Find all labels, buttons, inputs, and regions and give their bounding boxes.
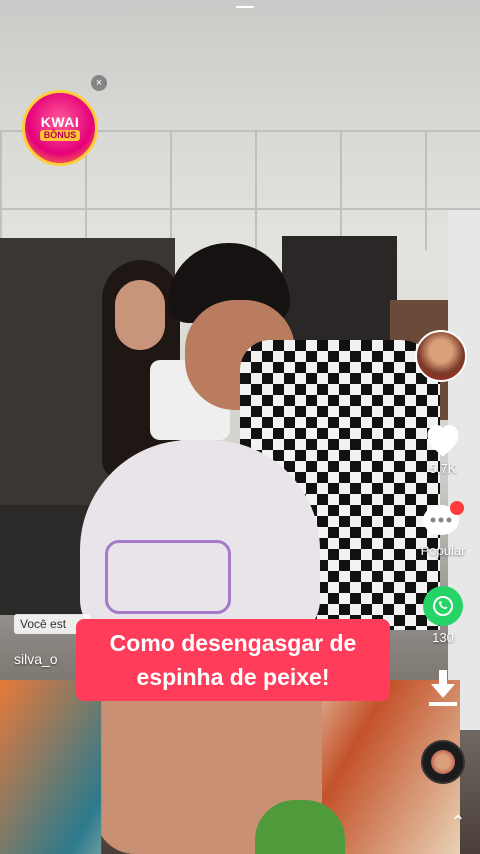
music-avatar-icon [431,750,455,774]
whatsapp-icon [423,586,463,626]
shares-count: 130 [432,630,454,645]
person-woman-face [115,280,165,350]
kwai-bonus-button[interactable]: KWAI BÔNUS [22,90,98,166]
download-icon [429,670,457,706]
close-icon[interactable]: × [91,75,107,91]
music-disc[interactable] [421,740,465,784]
likes-count: 5.7K [429,461,457,476]
comment-icon [423,501,464,538]
like-button[interactable]: 5.7K [413,420,473,476]
bonus-label: KWAI [40,114,80,130]
whatsapp-share-button[interactable]: 130 [413,586,473,645]
comments-label: Popular [420,543,466,558]
bonus-sublabel: BÔNUS [39,130,81,141]
comment-button[interactable]: Popular [413,500,473,558]
creator-avatar[interactable] [415,330,467,382]
drag-handle[interactable] [236,6,254,8]
heart-icon [427,425,459,457]
download-button[interactable] [413,668,473,711]
video-caption: Como desengasgar de espinha de peixe! [76,619,390,701]
chevron-up-icon[interactable]: ⌃ [446,812,470,836]
cap-logo [105,540,231,614]
username[interactable]: silva_o [14,651,58,667]
